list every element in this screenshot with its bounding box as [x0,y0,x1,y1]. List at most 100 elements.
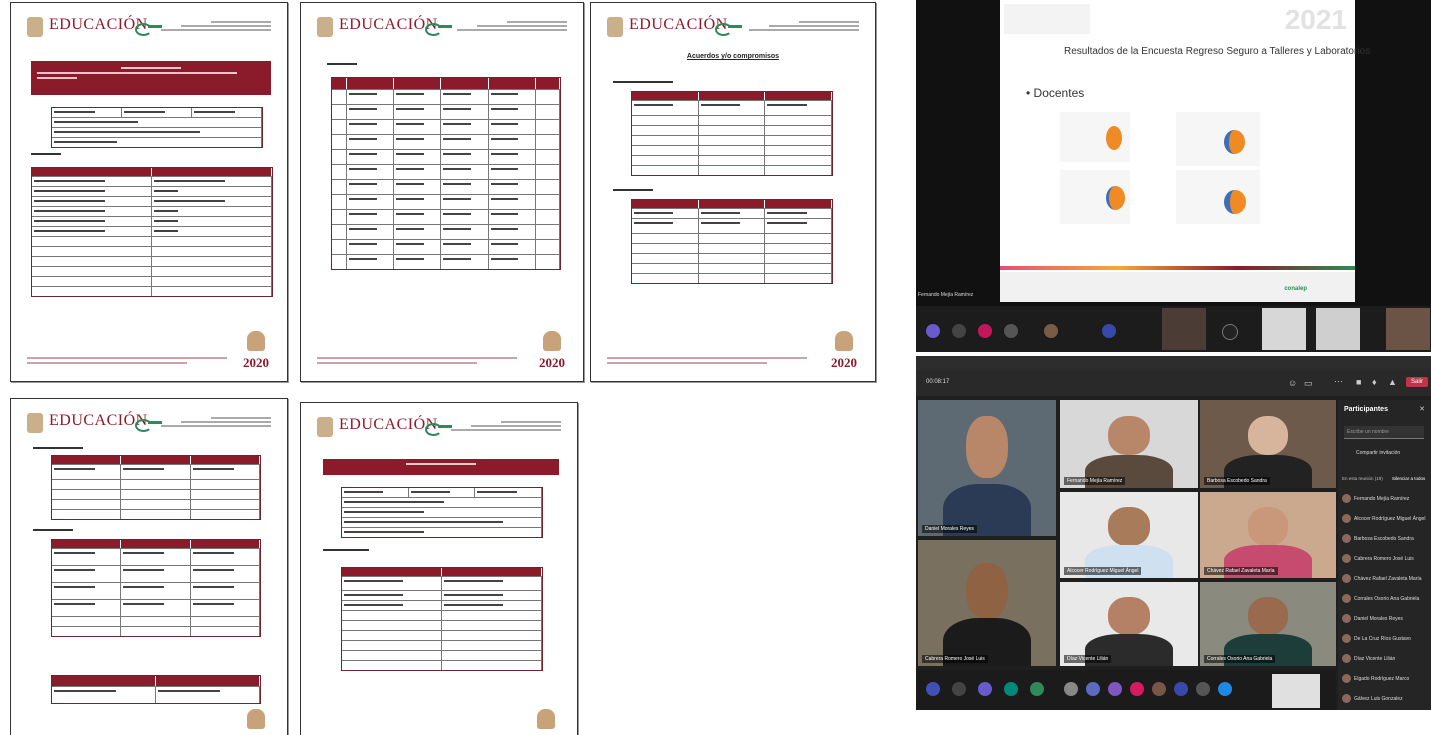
participant-video-thumb[interactable] [1162,308,1206,350]
year-logo: 2020 [831,355,857,370]
video-tile[interactable]: Chávez Rafael Zavaleta María [1200,492,1336,578]
video-tile[interactable]: Alcocer Rodríguez Miguel Ángel [1060,492,1198,578]
participant-avatar[interactable] [926,682,940,696]
participant-avatar[interactable] [1004,682,1018,696]
followup-table-1 [51,455,261,520]
participant-list-item[interactable]: Cabrera Romero José Luis [1354,556,1414,562]
followup-agenda-table [341,567,543,671]
participant-avatar[interactable] [1102,324,1116,338]
participant-avatar[interactable] [1086,682,1100,696]
participant-avatar[interactable] [1218,682,1232,696]
participant-avatar[interactable] [952,682,966,696]
figure-icon [247,709,265,729]
crest-icon [607,17,623,37]
participant-avatar[interactable] [1004,324,1018,338]
pie-chart-4 [1176,170,1260,224]
participant-list-item[interactable]: De La Cruz Ríos Gustavo [1354,636,1411,642]
crest-icon [27,413,43,433]
participant-avatar[interactable] [1152,682,1166,696]
document-page-2: EDUCACIÓN 2020 [300,2,584,382]
participant-video-thumb[interactable] [1386,308,1430,350]
document-header: EDUCACIÓN [607,15,859,43]
camera-icon[interactable]: ■ [1356,377,1361,387]
participant-avatar[interactable] [978,682,992,696]
participant-list-item[interactable]: Corrales Osorio Ana Gabriela [1354,596,1419,602]
conalep-logo-icon [715,23,745,36]
self-view-thumb[interactable] [1272,674,1320,708]
agenda-table [31,167,273,297]
education-brand: EDUCACIÓN [49,16,148,33]
crest-icon [27,17,43,37]
participant-list-item[interactable]: Gálvez Luis Gonzalez [1354,696,1403,702]
video-tile[interactable]: Díaz Vicente Lilián [1060,582,1198,666]
participant-thumbnails [916,306,1431,352]
commitments-table-2 [631,199,833,284]
video-tile[interactable]: Cabrera Romero José Luis [918,540,1056,666]
mic-icon[interactable]: ♦ [1372,377,1377,387]
video-tile-speaker[interactable]: Daniel Morales Reyes [918,400,1056,536]
followup-banner [323,459,559,475]
participant-avatar[interactable] [952,324,966,338]
participant-avatar[interactable] [1130,682,1144,696]
meeting-screen-bottom: 00:08:17 ☺ ▭ ··· ■ ♦ ▲ Salir Daniel Mora… [916,356,1431,710]
mute-all-button[interactable]: Silenciar a todos [1392,476,1425,481]
share-invite-link[interactable]: Compartir invitación [1356,450,1400,456]
participant-avatar[interactable] [1196,682,1210,696]
education-brand: EDUCACIÓN [339,16,438,33]
education-brand: EDUCACIÓN [339,416,438,433]
participant-list-item[interactable]: Barbosa Escobedo Sandra [1354,536,1414,542]
participant-avatar[interactable] [1064,682,1078,696]
leave-button[interactable]: Salir [1406,377,1429,387]
participant-search-input[interactable]: Escribe un nombre [1344,426,1424,439]
figure-icon [835,331,853,351]
video-tile[interactable]: Barbosa Escobedo Sandra [1200,400,1336,488]
education-brand: EDUCACIÓN [629,16,728,33]
crest-icon [317,17,333,37]
participant-list-item[interactable]: Díaz Vicente Lilián [1354,656,1395,662]
participant-avatar[interactable] [1044,324,1058,338]
commitments-table-1 [631,91,833,176]
year-logo: 2020 [539,355,565,370]
slide-year: 2021 [1284,4,1347,35]
panel-title: Participantes [1344,406,1388,413]
crest-icon [317,417,333,437]
presenter-name: Fernando Mejía Ramírez [918,292,974,298]
document-header: EDUCACIÓN [27,411,271,439]
figure-icon [537,709,555,729]
participant-list-item[interactable]: Elgado Rodríguez Marco [1354,676,1409,682]
meeting-screen-top: 2021 Resultados de la Encuesta Regreso S… [916,0,1431,352]
minute-banner [31,61,271,95]
participant-video-thumb[interactable] [1316,308,1360,350]
participant-list-item[interactable]: Fernando Mejía Ramírez [1354,496,1409,502]
participant-list-item[interactable]: Daniel Morales Reyes [1354,616,1403,622]
video-tile[interactable]: Fernando Mejía Ramírez [1060,400,1198,488]
document-header: EDUCACIÓN [317,15,567,43]
document-header: EDUCACIÓN [27,15,271,43]
participant-list-item[interactable]: Chávez Rafael Zavaleta María [1354,576,1422,582]
figure-icon [247,331,265,351]
participants-panel: Participantes ✕ Escribe un nombre Compar… [1338,400,1431,710]
slide-bullet: • Docentes [1026,86,1085,100]
participants-icon[interactable]: ☺ [1288,378,1297,388]
participant-avatar[interactable] [1222,324,1238,340]
share-icon[interactable]: ▲ [1388,377,1397,387]
participant-avatar[interactable] [926,324,940,338]
conalep-logo-icon [425,23,455,36]
participant-avatar[interactable] [1174,682,1188,696]
close-panel-icon[interactable]: ✕ [1419,405,1425,413]
participant-avatar[interactable] [1108,682,1122,696]
chat-icon[interactable]: ▭ [1304,378,1313,389]
meeting-info-table-2 [341,487,543,538]
video-tile[interactable]: Corrales Osorio Ana Gabriela [1200,582,1336,666]
participant-video-thumb[interactable] [1262,308,1306,350]
agreements-title: Acuerdos y/o compromisos [686,53,780,60]
document-page-1: EDUCACIÓN 2020 [10,2,288,382]
in-meeting-label: En esta reunión (19) [1342,476,1383,481]
signature-table [51,675,261,704]
slide-footer-logo: conalep [1284,286,1307,292]
participant-avatar[interactable] [1030,682,1044,696]
participant-list-item[interactable]: Alcocer Rodríguez Miguel Ángel [1354,516,1425,522]
more-icon[interactable]: ··· [1334,376,1343,386]
participant-list: Fernando Mejía Ramírez Alcocer Rodríguez… [1338,488,1431,710]
participant-avatar[interactable] [978,324,992,338]
